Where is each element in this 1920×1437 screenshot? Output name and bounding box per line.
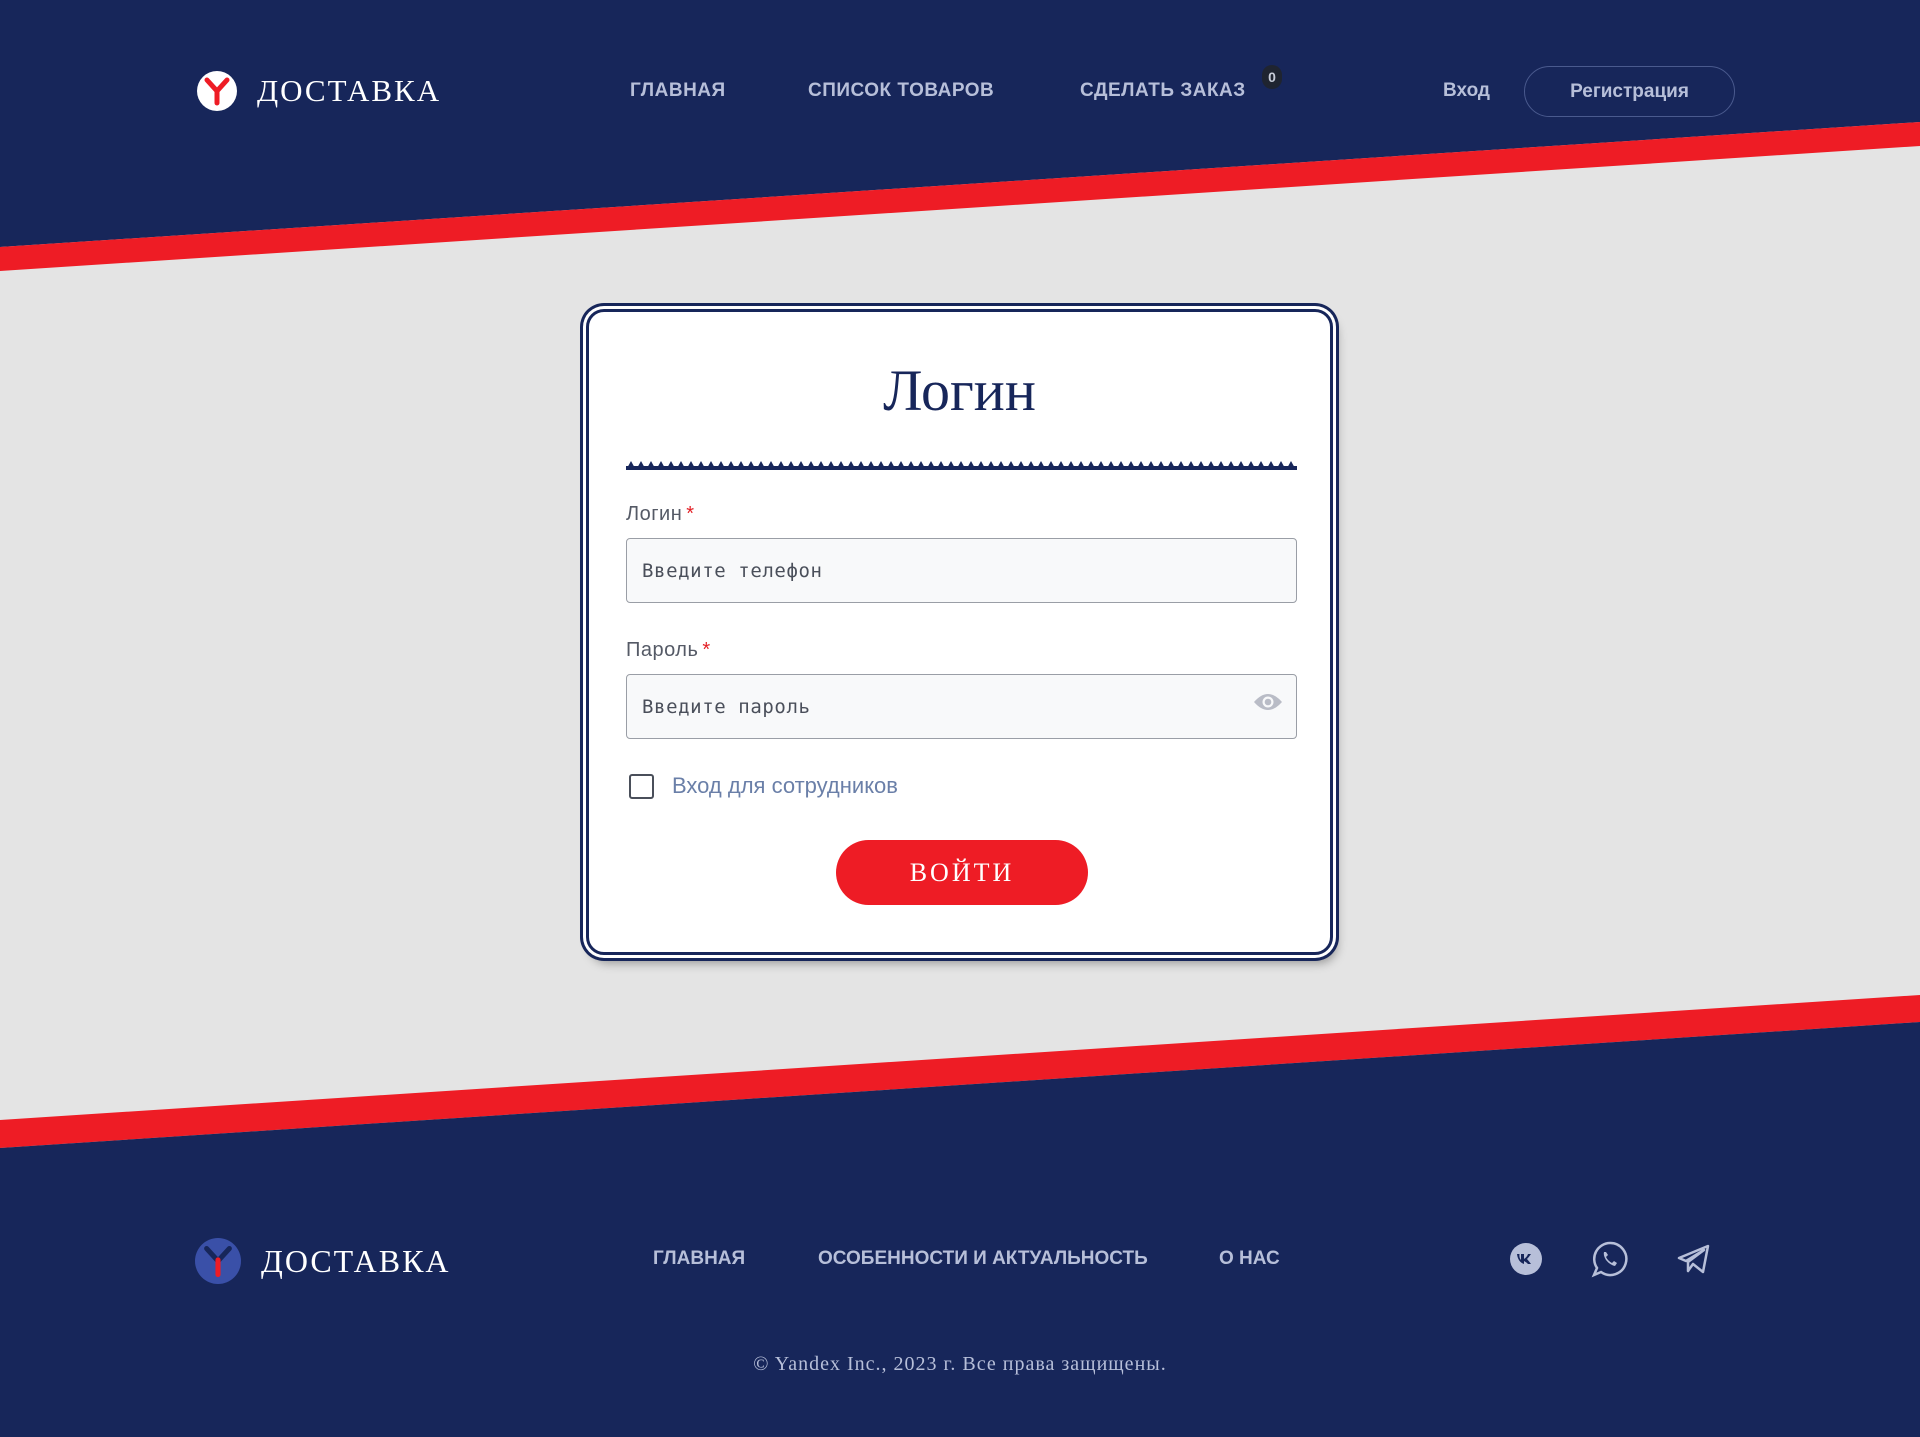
- logo-text: ДОСТАВКА: [261, 1242, 451, 1279]
- required-mark: *: [686, 503, 695, 525]
- staff-checkbox-label[interactable]: Вход для сотрудников: [672, 773, 898, 799]
- staff-checkbox[interactable]: [629, 774, 654, 799]
- login-label: Логин *: [626, 503, 695, 525]
- password-input[interactable]: [626, 674, 1297, 739]
- footer-nav-about[interactable]: О НАС: [1219, 1248, 1280, 1270]
- site-footer: ДОСТАВКА ГЛАВНАЯ ОСОБЕННОСТИ И АКТУАЛЬНО…: [0, 1160, 1920, 1437]
- required-mark: *: [702, 639, 711, 661]
- eye-icon[interactable]: [1253, 692, 1283, 712]
- vk-icon[interactable]: [1507, 1240, 1545, 1278]
- header-logo[interactable]: ДОСТАВКА: [197, 71, 441, 111]
- cart-count-badge: 0: [1262, 65, 1282, 89]
- whatsapp-icon[interactable]: [1591, 1240, 1629, 1278]
- login-input[interactable]: [626, 538, 1297, 603]
- submit-button[interactable]: ВОЙТИ: [836, 840, 1088, 905]
- logo-mark-icon: [195, 1238, 241, 1284]
- form-title: Логин: [883, 358, 1036, 423]
- login-link[interactable]: Вход: [1443, 80, 1490, 102]
- password-label: Пароль *: [626, 639, 711, 661]
- copyright-text: © Yandex Inc., 2023 г. Все права защищен…: [753, 1353, 1167, 1375]
- register-button[interactable]: Регистрация: [1524, 66, 1735, 117]
- login-card: Логин Логин* Пароль* Вход для сотруднико…: [586, 309, 1333, 955]
- footer-logo[interactable]: ДОСТАВКА: [195, 1238, 451, 1284]
- site-header: ДОСТАВКА ГЛАВНАЯ СПИСОК ТОВАРОВ СДЕЛАТЬ …: [0, 0, 1920, 190]
- nav-home[interactable]: ГЛАВНАЯ: [630, 80, 726, 102]
- zigzag-divider: [626, 458, 1297, 470]
- telegram-icon[interactable]: [1675, 1240, 1713, 1278]
- footer-nav-home[interactable]: ГЛАВНАЯ: [653, 1248, 745, 1270]
- logo-mark-icon: [197, 71, 237, 111]
- logo-text: ДОСТАВКА: [257, 73, 442, 108]
- nav-products[interactable]: СПИСОК ТОВАРОВ: [808, 80, 994, 102]
- footer-nav-features[interactable]: ОСОБЕННОСТИ И АКТУАЛЬНОСТЬ: [818, 1248, 1148, 1270]
- nav-order[interactable]: СДЕЛАТЬ ЗАКАЗ: [1080, 80, 1246, 102]
